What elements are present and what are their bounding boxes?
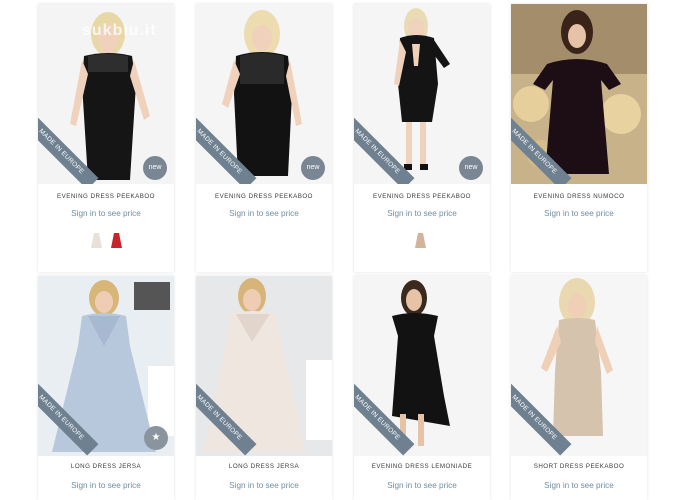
product-image[interactable]: MADE IN EUROPE [511,4,647,184]
product-title[interactable]: SHORT DRESS PEEKABOO [511,463,647,470]
product-title[interactable]: LONG DRESS JERSA [196,463,332,470]
new-badge: new [459,156,483,180]
product-image[interactable]: MADE IN EUROPE [354,276,490,456]
product-card[interactable]: MADE IN EUROPE new EVENING DRESS PEEKABO… [196,4,332,272]
sign-in-price-link[interactable]: Sign in to see price [354,481,490,490]
product-title[interactable]: EVENING DRESS PEEKABOO [354,193,490,200]
product-card[interactable]: sukbiu.it MADE IN EUROPE new EVENING DRE… [38,4,174,272]
new-badge: new [301,156,325,180]
sign-in-price-link[interactable]: Sign in to see price [196,209,332,218]
new-badge: new [143,156,167,180]
product-title[interactable]: LONG DRESS JERSA [38,463,174,470]
sign-in-price-link[interactable]: Sign in to see price [354,209,490,218]
product-image[interactable]: MADE IN EUROPE [511,276,647,456]
product-card[interactable]: MADE IN EUROPE EVENING DRESS LEMONIADE S… [354,276,490,500]
product-image[interactable]: MADE IN EUROPE new [354,4,490,184]
sign-in-price-link[interactable]: Sign in to see price [511,481,647,490]
product-image[interactable]: MADE IN EUROPE ★ [38,276,174,456]
product-card[interactable]: MADE IN EUROPE new EVENING DRESS PEEKABO… [354,4,490,272]
product-image[interactable]: MADE IN EUROPE [196,276,332,456]
product-card[interactable]: MADE IN EUROPE ★ LONG DRESS JERSA Sign i… [38,276,174,500]
sign-in-price-link[interactable]: Sign in to see price [511,209,647,218]
product-title[interactable]: EVENING DRESS LEMONIADE [354,463,490,470]
color-swatch[interactable] [414,231,427,249]
product-title[interactable]: EVENING DRESS PEEKABOO [196,193,332,200]
color-swatch[interactable] [90,231,103,249]
product-image[interactable]: sukbiu.it MADE IN EUROPE new [38,4,174,184]
product-card[interactable]: MADE IN EUROPE SHORT DRESS PEEKABOO Sign… [511,276,647,500]
sign-in-price-link[interactable]: Sign in to see price [38,209,174,218]
favorite-star-badge[interactable]: ★ [144,426,168,450]
product-card[interactable]: MADE IN EUROPE EVENING DRESS NUMOCO Sign… [511,4,647,272]
product-image[interactable]: MADE IN EUROPE new [196,4,332,184]
color-swatch[interactable] [110,231,123,249]
product-card[interactable]: MADE IN EUROPE LONG DRESS JERSA Sign in … [196,276,332,500]
product-grid: sukbiu.it MADE IN EUROPE new EVENING DRE… [0,0,700,500]
watermark: sukbiu.it [82,22,157,39]
product-title[interactable]: EVENING DRESS NUMOCO [511,193,647,200]
product-title[interactable]: EVENING DRESS PEEKABOO [38,193,174,200]
sign-in-price-link[interactable]: Sign in to see price [38,481,174,490]
sign-in-price-link[interactable]: Sign in to see price [196,481,332,490]
